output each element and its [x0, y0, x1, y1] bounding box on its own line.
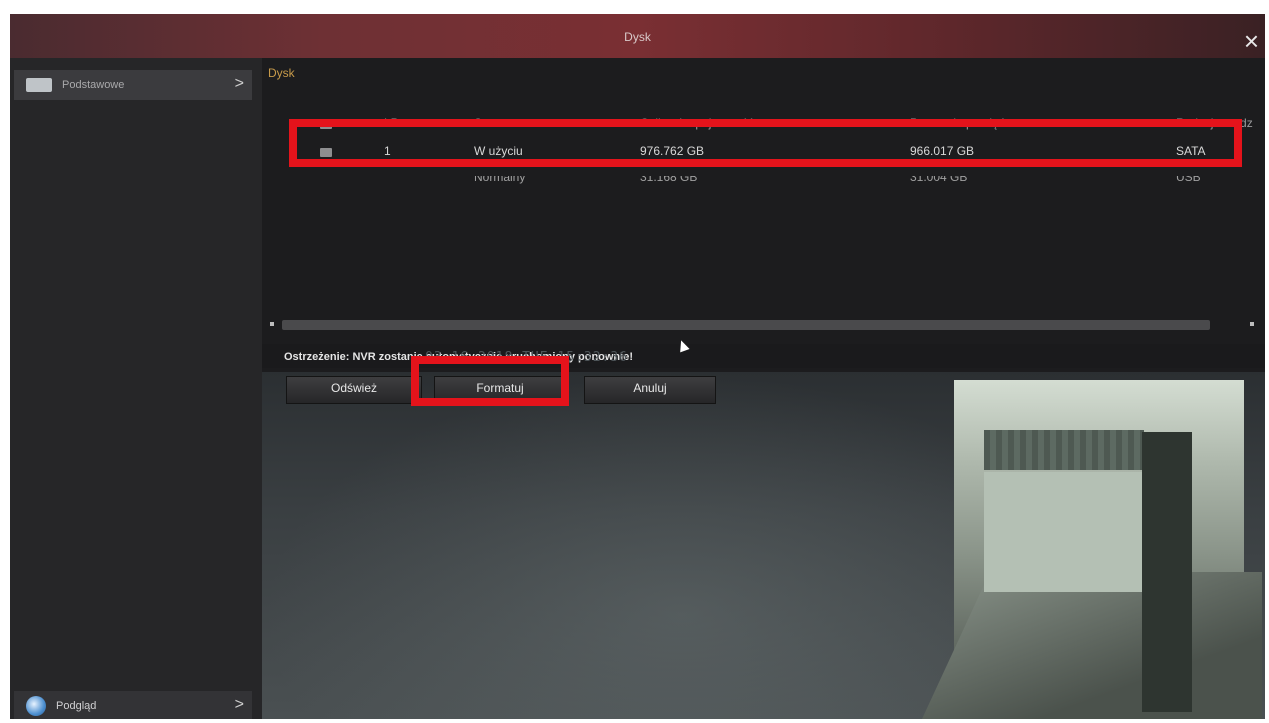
- highlight-format-button: [411, 356, 569, 406]
- video-pole: [1142, 432, 1192, 712]
- cell-type: USB: [1176, 176, 1201, 184]
- refresh-button[interactable]: Odśwież: [286, 376, 422, 404]
- horizontal-scrollbar[interactable]: [282, 320, 1210, 330]
- photo-frame: Dysk × Podstawowe > Podgląd > Dysk LP St…: [0, 0, 1269, 723]
- cancel-button[interactable]: Anuluj: [584, 376, 716, 404]
- video-wall: [984, 472, 1144, 592]
- cell-free: 31.004 GB: [910, 176, 968, 184]
- window-title: Dysk: [624, 30, 651, 44]
- sidebar-item-label: Podstawowe: [62, 79, 125, 91]
- table-row[interactable]: Normalny 31.168 GB 31.004 GB USB: [284, 176, 1265, 186]
- highlight-disk-row: [289, 119, 1242, 167]
- window-titlebar: Dysk ×: [10, 14, 1265, 58]
- video-roof: [984, 430, 1144, 470]
- breadcrumb: Dysk: [268, 66, 295, 80]
- chevron-right-icon: >: [234, 696, 244, 713]
- camera-preview: [262, 372, 1265, 719]
- sidebar-item-label: Podgląd: [56, 700, 97, 712]
- scroll-left-arrow[interactable]: [270, 322, 274, 326]
- video-glow: [262, 372, 962, 719]
- sidebar: Podstawowe > Podgląd >: [10, 58, 262, 719]
- globe-icon: [26, 696, 46, 716]
- close-icon[interactable]: ×: [1244, 28, 1259, 54]
- chevron-right-icon: >: [234, 75, 244, 92]
- sidebar-item-preview[interactable]: Podgląd >: [14, 691, 252, 719]
- cell-total: 31.168 GB: [640, 176, 698, 184]
- sidebar-item-basic[interactable]: Podstawowe >: [14, 70, 252, 100]
- cell-status: Normalny: [474, 176, 526, 184]
- scroll-right-arrow[interactable]: [1250, 322, 1254, 326]
- hdd-icon: [26, 78, 52, 92]
